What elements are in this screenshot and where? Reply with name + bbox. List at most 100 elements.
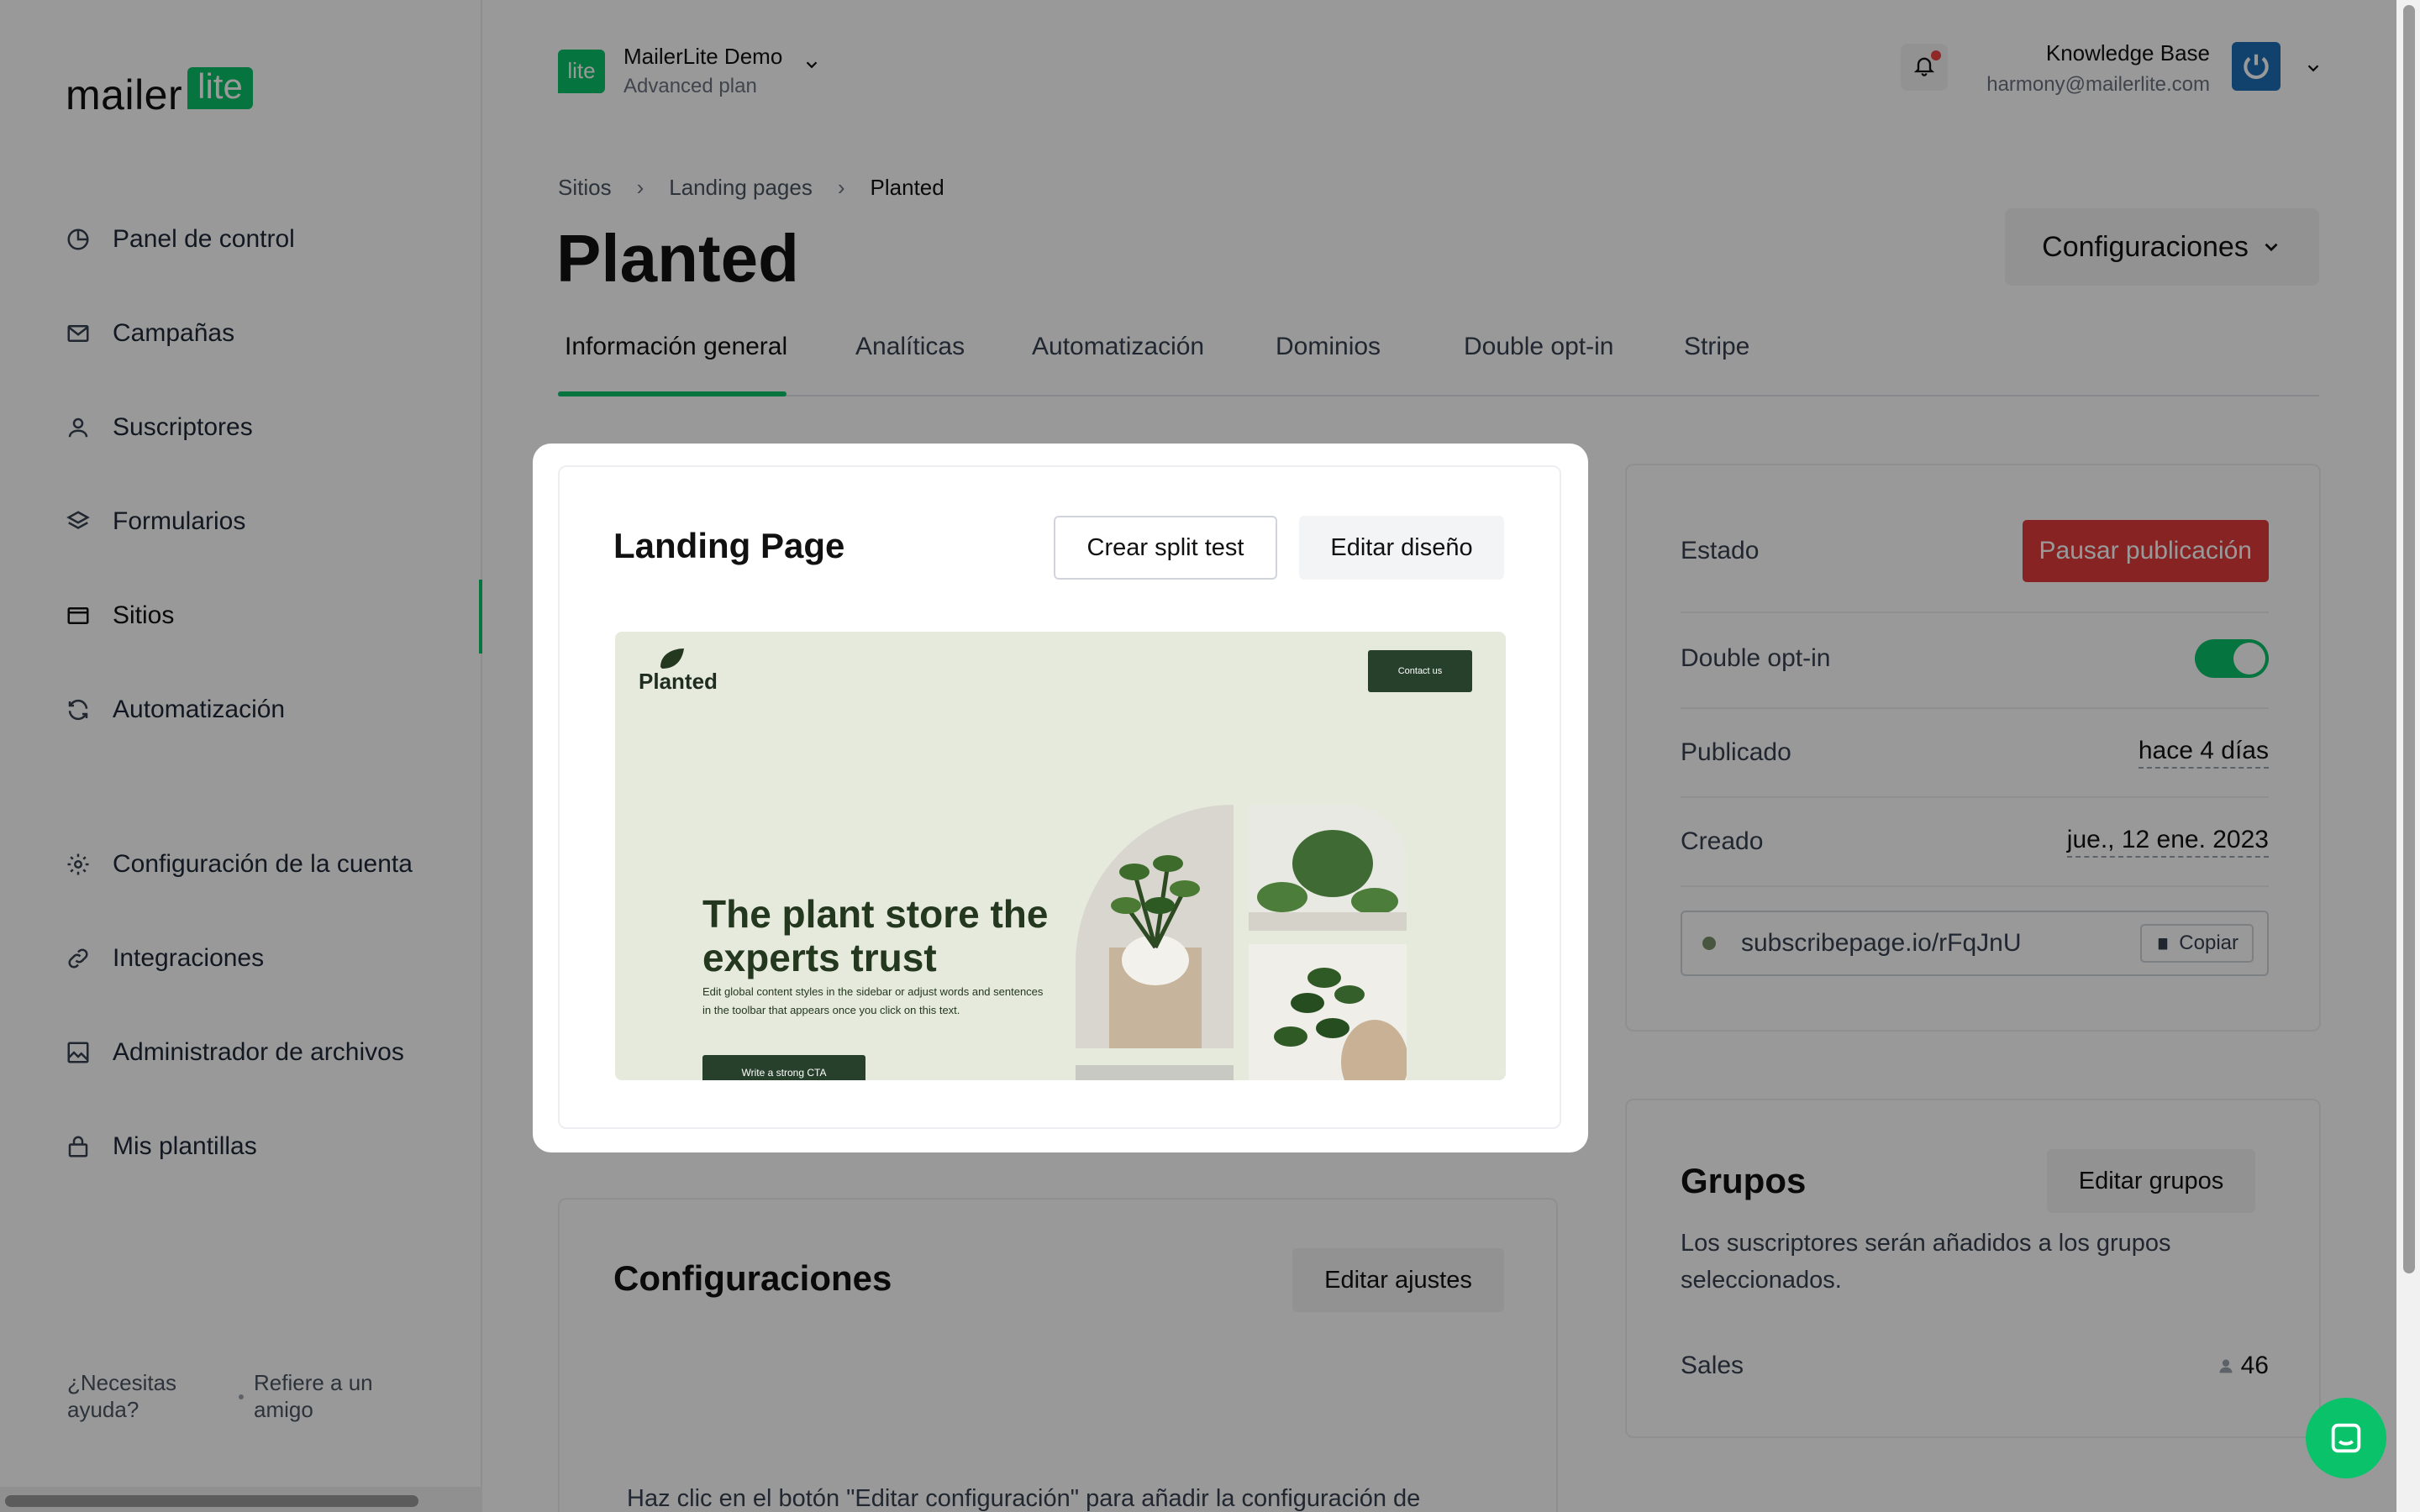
chat-button[interactable] — [2306, 1398, 2386, 1478]
double-optin-row: Double opt-in — [1681, 638, 2269, 679]
preview-cta: Write a strong CTA — [702, 1055, 865, 1080]
pause-publication-button[interactable]: Pausar publicación — [2022, 520, 2269, 582]
breadcrumb-landing-pages[interactable]: Landing pages — [669, 175, 813, 201]
tab-double-optin[interactable]: Double opt-in — [1464, 333, 1613, 361]
create-split-test-button[interactable]: Crear split test — [1054, 516, 1277, 580]
status-card: Estado Pausar publicación Double opt-in … — [1625, 464, 2321, 1032]
sidebar: mailer lite Panel de control Campañas Su… — [0, 0, 482, 1512]
sidebar-item-sites[interactable]: Sitios — [64, 601, 174, 630]
image-icon — [64, 1038, 92, 1067]
sidebar-item-templates[interactable]: Mis plantillas — [64, 1132, 257, 1161]
groups-card: Grupos Editar grupos Los suscriptores se… — [1625, 1099, 2321, 1438]
preview-headline: The plant store the experts trust — [702, 892, 1049, 979]
user-icon — [64, 413, 92, 442]
preview-logo: Planted — [639, 669, 718, 694]
separator-dot — [239, 1394, 244, 1399]
favicon-icon — [1702, 937, 1716, 950]
user-email: harmony@mailerlite.com — [1986, 73, 2210, 96]
preview-image-strip — [1076, 1065, 1234, 1080]
created-row: Creado jue., 12 ene. 2023 — [1681, 823, 2269, 860]
settings-card: Configuraciones Editar ajustes Haz clic … — [558, 1198, 1558, 1512]
chevron-down-icon — [2265, 243, 2278, 252]
clipboard-icon — [2159, 938, 2168, 950]
preview-monstera-image — [1249, 805, 1407, 931]
groups-title: Grupos — [1681, 1161, 1807, 1200]
tab-overview[interactable]: Información general — [565, 333, 787, 361]
published-value: hace 4 días — [2138, 737, 2269, 769]
published-row: Publicado hace 4 días — [1681, 734, 2269, 771]
notifications-button[interactable] — [1901, 44, 1948, 91]
avatar[interactable] — [2232, 42, 2281, 91]
user-icon — [2219, 1359, 2233, 1373]
scrollbar-thumb[interactable] — [2403, 5, 2415, 1273]
sidebar-item-campaigns[interactable]: Campañas — [64, 319, 234, 348]
user-menu[interactable]: Knowledge Base harmony@mailerlite.com — [1986, 40, 2210, 97]
chevron-down-icon — [802, 55, 821, 78]
settings-title: Configuraciones — [613, 1258, 892, 1298]
tab-bar: Información general Analíticas Automatiz… — [558, 333, 2319, 396]
preview-contact-button: Contact us — [1368, 650, 1472, 692]
sidebar-item-integrations[interactable]: Integraciones — [64, 944, 264, 973]
breadcrumb: Sitios › Landing pages › Planted — [558, 175, 944, 201]
vertical-scrollbar[interactable] — [2396, 0, 2420, 1512]
double-optin-toggle[interactable] — [2195, 639, 2269, 678]
divider — [1681, 885, 2269, 887]
divider — [1681, 707, 2269, 709]
account-name: MailerLite Demo — [623, 44, 783, 69]
sidebar-item-dashboard[interactable]: Panel de control — [64, 225, 295, 254]
clock-icon — [64, 225, 92, 254]
preview-plant-image — [1076, 805, 1234, 1048]
account-switcher[interactable]: lite MailerLite Demo Advanced plan — [558, 44, 821, 98]
breadcrumb-current: Planted — [870, 175, 944, 200]
layers-icon — [64, 507, 92, 536]
user-name: Knowledge Base — [2045, 40, 2210, 66]
edit-groups-button[interactable]: Editar grupos — [2047, 1149, 2255, 1213]
page-title: Planted — [556, 221, 799, 296]
user-chevron-down-icon[interactable] — [2304, 59, 2323, 81]
tab-domains[interactable]: Dominios — [1276, 333, 1381, 361]
divider — [1681, 612, 2269, 613]
sidebar-item-file-manager[interactable]: Administrador de archivos — [64, 1038, 404, 1067]
tab-stripe[interactable]: Stripe — [1684, 333, 1749, 361]
lock-icon — [64, 1132, 92, 1161]
created-value: jue., 12 ene. 2023 — [2066, 826, 2269, 858]
sidebar-item-account-settings[interactable]: Configuración de la cuenta — [64, 850, 413, 879]
gear-icon — [64, 850, 92, 879]
landing-page-preview[interactable]: Planted Contact us The plant store the e… — [615, 632, 1506, 1080]
browser-icon — [64, 601, 92, 630]
highlight-frame: Landing Page Crear split test Editar dis… — [533, 444, 1588, 1152]
active-tab-indicator — [558, 391, 786, 396]
settings-hint: Haz clic en el botón "Editar configuraci… — [627, 1485, 1421, 1512]
chat-icon — [2331, 1423, 2361, 1453]
account-plan: Advanced plan — [623, 75, 757, 97]
url-field[interactable]: subscribepage.io/rFqJnU Copiar — [1681, 911, 2269, 976]
edit-design-button[interactable]: Editar diseño — [1299, 516, 1504, 580]
landing-page-card: Landing Page Crear split test Editar dis… — [558, 465, 1561, 1129]
sidebar-item-forms[interactable]: Formularios — [64, 507, 245, 536]
status-row: Estado Pausar publicación — [1681, 519, 2269, 583]
chevron-right-icon: › — [837, 175, 845, 200]
breadcrumb-sites[interactable]: Sitios — [558, 175, 612, 201]
landing-page-title: Landing Page — [613, 526, 845, 565]
link-icon — [64, 944, 92, 973]
refer-link[interactable]: Refiere a un amigo — [254, 1369, 422, 1423]
copy-button[interactable]: Copiar — [2140, 924, 2254, 963]
account-logo: lite — [558, 49, 605, 93]
edit-settings-button[interactable]: Editar ajustes — [1292, 1248, 1504, 1312]
horizontal-scrollbar[interactable] — [0, 1487, 482, 1512]
mailerlite-logo[interactable]: mailer lite — [66, 67, 253, 116]
refresh-icon — [64, 696, 92, 724]
preview-zz-plant-image — [1249, 944, 1407, 1080]
preview-body: Edit global content styles in the sideba… — [702, 985, 1044, 1016]
scrollbar-thumb[interactable] — [5, 1495, 418, 1507]
tab-analytics[interactable]: Analíticas — [855, 333, 965, 361]
chevron-right-icon: › — [636, 175, 644, 200]
mail-icon — [64, 319, 92, 348]
sidebar-item-automation[interactable]: Automatización — [64, 696, 285, 724]
help-link[interactable]: ¿Necesitas ayuda? — [67, 1369, 202, 1423]
configuraciones-dropdown[interactable]: Configuraciones — [2005, 208, 2319, 286]
sidebar-item-subscribers[interactable]: Suscriptores — [64, 413, 253, 442]
group-row: Sales 46 — [1681, 1352, 2269, 1379]
divider — [1681, 796, 2269, 798]
tab-automation[interactable]: Automatización — [1032, 333, 1204, 361]
